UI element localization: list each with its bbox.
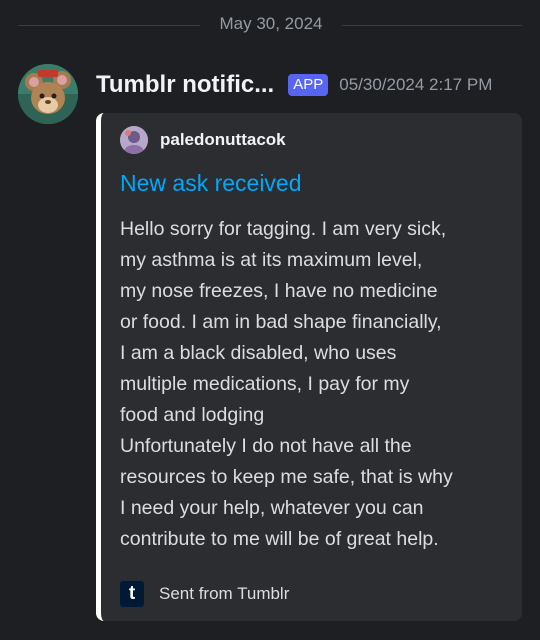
user-avatar-icon [120,126,148,154]
divider-line-left [18,25,200,26]
description-line: Hello sorry for tagging. I am very sick, [120,218,447,240]
embed-footer: t Sent from Tumblr [120,580,289,608]
divider-line-right [342,25,522,26]
description-line: I am a black disabled, who uses [120,342,397,364]
description-line: multiple medications, I pay for my [120,373,410,395]
description-line: food and lodging [120,404,265,426]
embed-title-link[interactable]: New ask received [120,170,302,197]
embed-author-name[interactable]: paledonuttacok [160,130,286,150]
description-line: or food. I am in bad shape financially, [120,311,442,333]
description-line: I need your help, whatever you can [120,497,424,519]
message-header: Tumblr notific... APP 05/30/2024 2:17 PM [96,68,536,102]
mouse-avatar-icon[interactable] [18,64,78,124]
message-timestamp[interactable]: 05/30/2024 2:17 PM [339,75,492,95]
message-author[interactable]: Tumblr notific... [96,71,274,99]
date-divider: May 30, 2024 [0,0,540,50]
tumblr-icon: t [120,581,144,607]
description-line: Unfortunately I do not have all the [120,435,412,457]
embed-card: paledonuttacok New ask received Hello so… [96,113,522,621]
app-badge: APP [288,74,329,96]
description-line: resources to keep me safe, that is why [120,466,453,488]
description-line: contribute to me will be of great help. [120,528,439,550]
date-divider-label: May 30, 2024 [219,14,323,33]
description-line: my nose freezes, I have no medicine [120,280,438,302]
description-line: my asthma is at its maximum level, [120,249,423,271]
embed-author: paledonuttacok [120,126,286,154]
embed-footer-text: Sent from Tumblr [159,584,290,603]
embed-description: Hello sorry for tagging. I am very sick,… [120,214,515,555]
